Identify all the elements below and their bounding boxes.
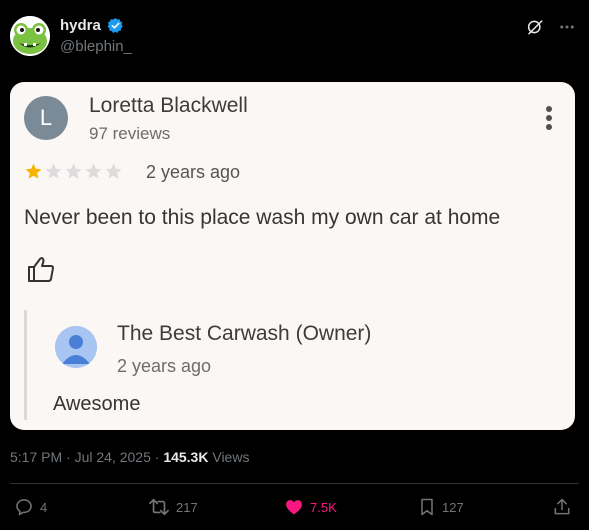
reviewer-avatar: L: [24, 96, 68, 140]
star-rating: [24, 162, 123, 181]
like-count: 7.5K: [310, 499, 337, 515]
grok-icon[interactable]: [526, 18, 544, 36]
owner-reply-time: 2 years ago: [117, 356, 212, 376]
author-display-name[interactable]: hydra: [60, 17, 101, 34]
owner-reply-text: Awesome: [53, 393, 141, 415]
verified-badge-icon: [107, 18, 124, 34]
heart-filled-icon: [286, 500, 302, 515]
owner-name: The Best Carwash (Owner): [117, 322, 372, 345]
share-button[interactable]: [552, 497, 572, 517]
bookmark-count: 127: [442, 499, 464, 515]
author-handle[interactable]: @blephin_: [60, 38, 132, 55]
star-empty-icon: [45, 163, 62, 179]
author-info: hydra @blephin_: [60, 17, 132, 55]
review-time: 2 years ago: [146, 162, 241, 182]
star-empty-icon: [65, 163, 82, 179]
reply-count: 4: [40, 499, 48, 515]
like-button[interactable]: 7.5K: [284, 497, 337, 517]
repost-icon: [149, 498, 169, 516]
more-options-icon[interactable]: [558, 18, 576, 36]
reply-divider: [24, 310, 27, 420]
review-text: Never been to this place wash my own car…: [24, 206, 501, 229]
reviewer-review-count: 97 reviews: [89, 124, 171, 143]
views-count: 145.3K: [163, 449, 209, 465]
action-bar: 4 217 7.5K 127: [10, 497, 579, 523]
divider: [10, 483, 579, 484]
tweet-meta: 5:17 PM · Jul 24, 2025 · 145.3K Views: [10, 449, 249, 465]
frog-avatar-icon: [10, 16, 50, 56]
star-filled-icon: [25, 163, 42, 179]
header-actions: [526, 18, 576, 36]
reply-icon: [16, 499, 32, 516]
star-empty-icon: [105, 163, 122, 179]
repost-button[interactable]: 217: [148, 497, 198, 517]
views-label: Views: [208, 449, 250, 465]
reply-button[interactable]: 4: [14, 497, 47, 517]
thumbs-up-icon: [28, 257, 54, 282]
tweet-timestamp[interactable]: 5:17 PM · Jul 24, 2025 ·: [10, 449, 163, 465]
star-empty-icon: [85, 163, 102, 179]
person-avatar-icon: [55, 326, 97, 368]
author-avatar[interactable]: [10, 16, 50, 56]
bookmark-button[interactable]: 127: [418, 497, 464, 517]
owner-avatar: [55, 326, 97, 368]
tweet-header: hydra @blephin_: [10, 14, 580, 58]
repost-count: 217: [176, 499, 198, 515]
reviewer-name: Loretta Blackwell: [89, 94, 248, 117]
review-menu-icon: [545, 106, 553, 134]
share-icon: [554, 498, 570, 515]
tweet-media-image[interactable]: L Loretta Blackwell 97 reviews 2 years a…: [10, 82, 575, 430]
tweet: hydra @blephin_ L Loretta Blackwell 97 r…: [0, 0, 589, 530]
bookmark-icon: [421, 498, 433, 516]
